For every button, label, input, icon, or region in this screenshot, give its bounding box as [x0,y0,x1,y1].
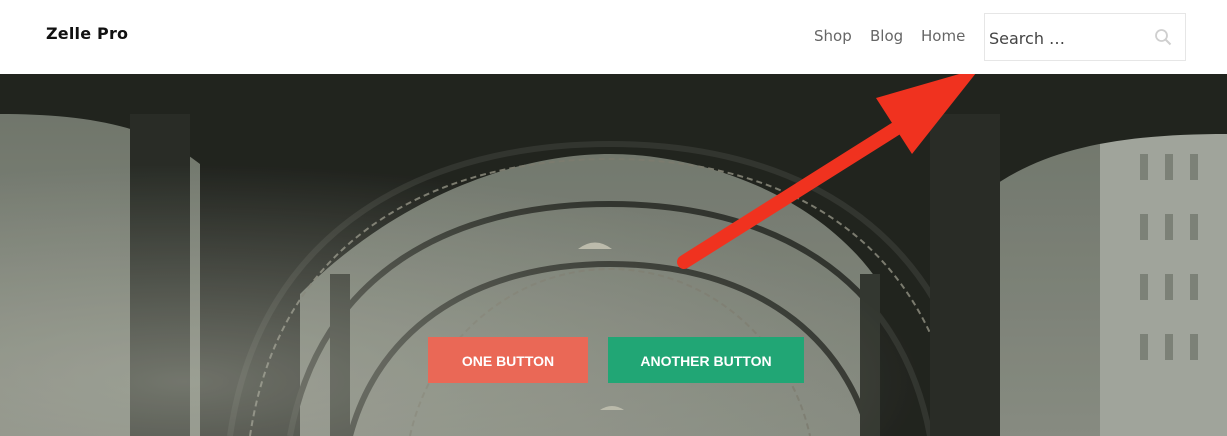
one-button[interactable]: ONE BUTTON [428,337,588,383]
search-input[interactable] [989,24,1139,52]
site-title[interactable]: Zelle Pro [46,24,128,43]
search-icon[interactable] [1154,28,1172,46]
site-header: Zelle Pro Shop Blog Home [0,0,1227,74]
another-button[interactable]: ANOTHER BUTTON [608,337,804,383]
nav-item-home[interactable]: Home [921,27,965,45]
nav-item-shop[interactable]: Shop [814,27,852,45]
nav-item-blog[interactable]: Blog [870,27,903,45]
